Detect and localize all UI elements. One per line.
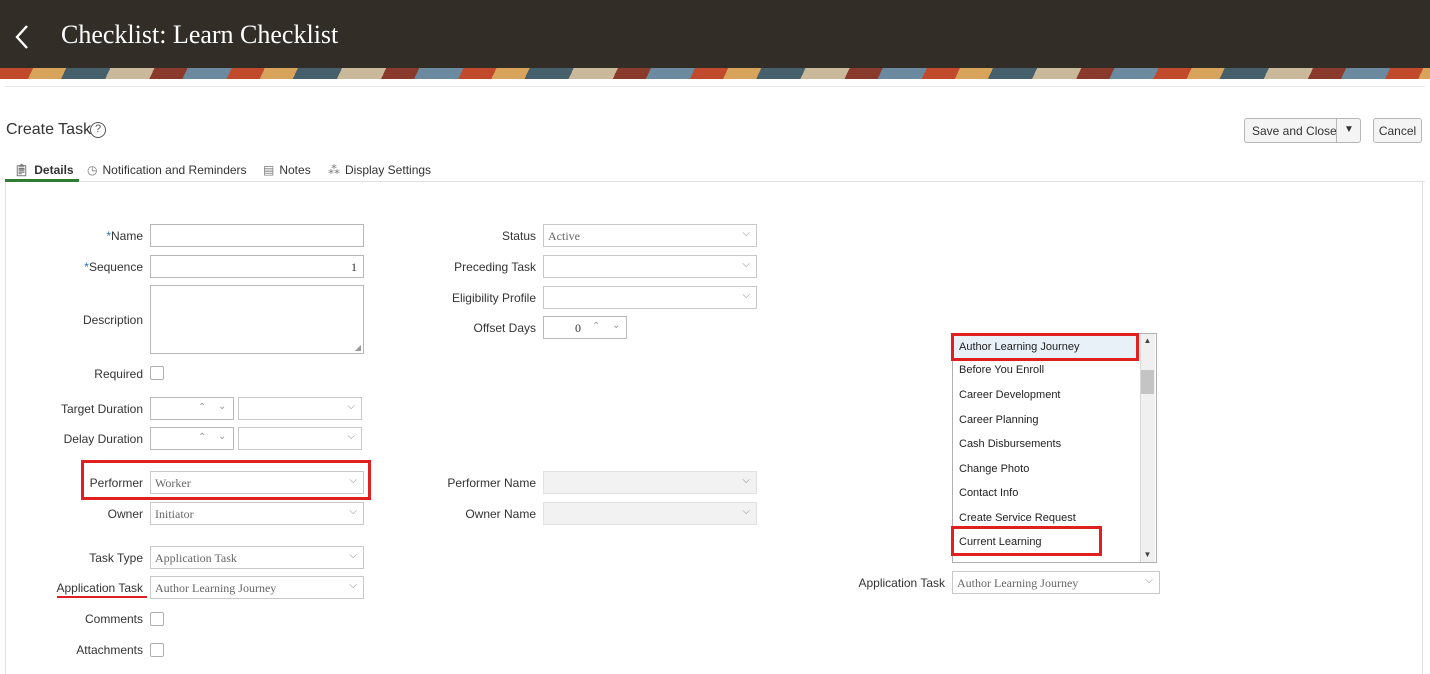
scroll-up-icon[interactable]: ▲ [1141, 334, 1154, 348]
scroll-down-icon[interactable]: ▼ [1141, 548, 1154, 562]
target-duration-unit-select[interactable]: ⌵ [238, 397, 362, 420]
application-task-label: Application Task [56, 581, 144, 595]
task-type-label: Task Type [89, 551, 143, 565]
decrement-icon[interactable]: ⌄ [218, 401, 226, 412]
divider [5, 86, 1425, 87]
tab-notes[interactable]: ▤ Notes [263, 160, 311, 180]
delay-duration-unit-select[interactable]: ⌵ [238, 427, 362, 450]
app-header: Checklist: Learn Checklist [0, 0, 1430, 72]
chevron-down-icon: ⌵ [742, 228, 750, 239]
sequence-input[interactable]: 1 [150, 255, 364, 278]
clock-icon: ◷ [87, 163, 98, 177]
chevron-down-icon: ⌵ [742, 290, 750, 301]
tab-details[interactable]: 📋︎ Details [14, 160, 74, 180]
option-before-you-enroll[interactable]: Before You Enroll [959, 364, 1044, 376]
chevron-down-icon: ⌵ [349, 550, 357, 561]
decrement-icon[interactable]: ⌄ [218, 431, 226, 442]
owner-name-select[interactable]: ⌵ [543, 502, 757, 525]
chevron-down-icon: ⌵ [349, 506, 357, 517]
chevron-down-icon: ⌵ [742, 475, 750, 486]
options-scrollbar[interactable] [1140, 334, 1155, 562]
required-checkbox[interactable] [150, 366, 164, 380]
preceding-task-select[interactable]: ⌵ [543, 255, 757, 278]
comments-checkbox[interactable] [150, 612, 164, 626]
offset-days-input[interactable]: 0 ⌃ ⌄ [543, 316, 627, 339]
increment-icon[interactable]: ⌃ [592, 321, 600, 332]
tab-notification-and-reminders[interactable]: ◷ Notification and Reminders [87, 160, 247, 180]
performer-select[interactable]: Worker ⌵ [150, 471, 364, 494]
option-cash-disbursements[interactable]: Cash Disbursements [959, 438, 1061, 450]
option-change-photo[interactable]: Change Photo [959, 463, 1029, 475]
option-create-service-request[interactable]: Create Service Request [959, 512, 1076, 524]
name-input[interactable] [150, 224, 364, 247]
note-icon: ▤ [263, 163, 275, 177]
preceding-task-label: Preceding Task [454, 260, 536, 274]
owner-name-label: Owner Name [465, 507, 536, 521]
sequence-label: *Sequence [84, 260, 143, 274]
increment-icon[interactable]: ⌃ [198, 432, 206, 443]
attachments-label: Attachments [76, 643, 143, 657]
decorative-banner [0, 68, 1430, 79]
status-label: Status [501, 229, 536, 243]
attachments-checkbox[interactable] [150, 643, 164, 657]
target-duration-label: Target Duration [60, 402, 143, 416]
offset-days-label: Offset Days [473, 321, 536, 335]
help-icon[interactable]: ? [90, 122, 106, 138]
chevron-down-icon: ⌵ [347, 401, 355, 412]
chevron-down-icon: ⌵ [742, 259, 750, 270]
current-learning-highlight [951, 526, 1102, 556]
save-options-dropdown-icon[interactable]: ▼ [1336, 118, 1361, 143]
cancel-button[interactable]: Cancel [1373, 118, 1422, 143]
increment-icon[interactable]: ⌃ [198, 402, 206, 413]
page-header-title: Checklist: Learn Checklist [61, 20, 339, 49]
tab-display-settings[interactable]: ⁂ Display Settings [328, 160, 431, 180]
comments-label: Comments [84, 612, 143, 626]
clipboard-icon: 📋︎ [14, 163, 30, 177]
chevron-down-icon: ⌵ [742, 506, 750, 517]
performer-label: Performer [89, 476, 143, 490]
callout-application-task-select[interactable]: Author Learning Journey ⌵ [952, 571, 1160, 594]
callout-application-task-label: Application Task [858, 576, 946, 590]
required-label: Required [94, 367, 143, 381]
option-career-planning[interactable]: Career Planning [959, 414, 1039, 426]
owner-label: Owner [107, 507, 143, 521]
chevron-down-icon: ⌵ [349, 475, 357, 486]
delay-duration-input[interactable]: ⌃ ⌄ [150, 427, 234, 450]
option-career-development[interactable]: Career Development [959, 389, 1061, 401]
back-arrow-icon[interactable] [10, 22, 34, 52]
resize-handle-icon[interactable]: ◢ [355, 343, 361, 352]
chevron-down-icon: ⌵ [349, 580, 357, 591]
scrollbar-thumb[interactable] [1141, 370, 1154, 394]
eligibility-profile-select[interactable]: ⌵ [543, 286, 757, 309]
application-task-underline [57, 596, 147, 598]
delay-duration-label: Delay Duration [63, 432, 143, 446]
option-contact-info[interactable]: Contact Info [959, 487, 1018, 499]
create-task-title: Create Task [6, 121, 92, 138]
users-icon: ⁂ [328, 163, 340, 177]
chevron-down-icon: ⌵ [1145, 575, 1153, 586]
decrement-icon[interactable]: ⌄ [612, 320, 620, 331]
performer-name-select[interactable]: ⌵ [543, 471, 757, 494]
author-learning-journey-highlight [951, 333, 1139, 361]
name-label: *Name [106, 229, 143, 243]
owner-select[interactable]: Initiator ⌵ [150, 502, 364, 525]
performer-name-label: Performer Name [447, 476, 536, 490]
description-label: Description [82, 313, 143, 327]
task-type-select[interactable]: Application Task ⌵ [150, 546, 364, 569]
target-duration-input[interactable]: ⌃ ⌄ [150, 397, 234, 420]
status-select[interactable]: Active ⌵ [543, 224, 757, 247]
eligibility-profile-label: Eligibility Profile [451, 291, 536, 305]
application-task-select[interactable]: Author Learning Journey ⌵ [150, 576, 364, 599]
description-textarea[interactable]: ◢ [150, 285, 364, 354]
chevron-down-icon: ⌵ [347, 431, 355, 442]
